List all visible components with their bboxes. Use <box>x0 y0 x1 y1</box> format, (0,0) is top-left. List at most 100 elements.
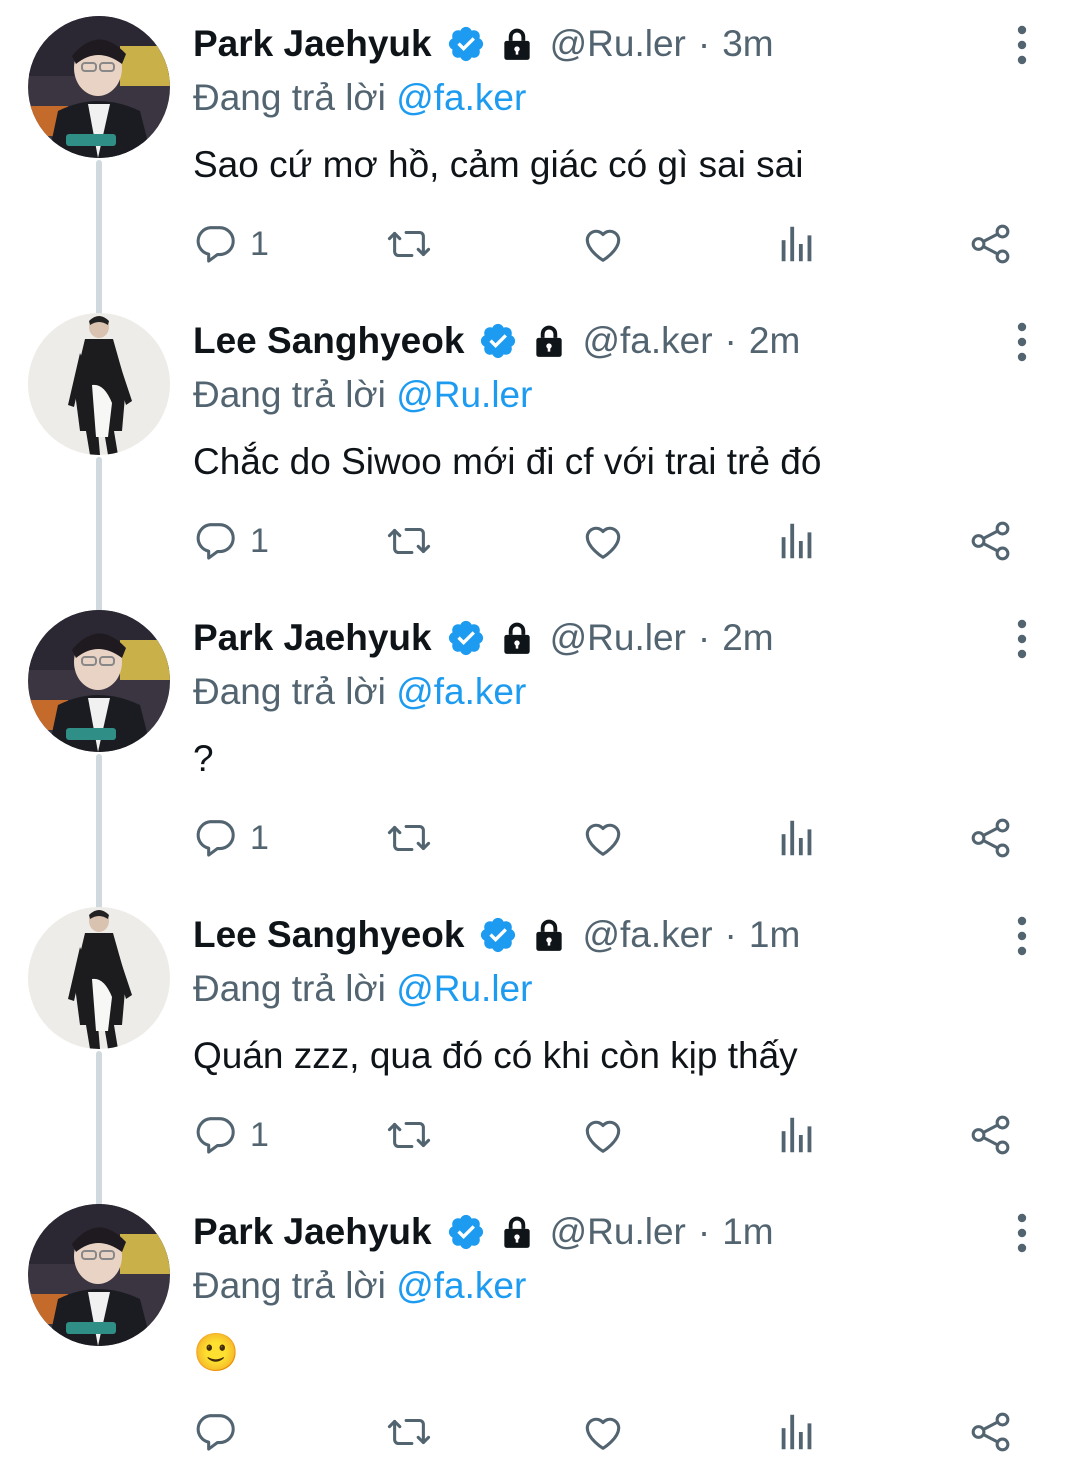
like-button[interactable] <box>580 1390 626 1468</box>
retweet-icon <box>387 230 431 258</box>
tweet-text: 🙂 <box>193 1332 240 1373</box>
verified-badge-icon <box>448 1214 483 1250</box>
avatar[interactable] <box>28 1204 170 1346</box>
separator-dot: · <box>697 1211 711 1252</box>
lock-icon <box>503 1216 530 1248</box>
reply-icon <box>196 820 235 857</box>
reply-mention-link[interactable]: @fa.ker <box>396 77 526 118</box>
retweet-button[interactable] <box>386 202 432 286</box>
replying-to: Đang trả lời @fa.ker <box>193 1262 526 1310</box>
reply-icon <box>196 226 235 263</box>
views-button[interactable] <box>774 1390 820 1468</box>
user-handle[interactable]: @Ru.ler <box>550 614 686 662</box>
tweet-header: Park Jaehyuk @Ru.ler · 2m <box>193 614 774 662</box>
more-options-button[interactable] <box>1002 22 1042 68</box>
share-icon <box>971 1412 1010 1452</box>
avatar-image <box>28 313 170 455</box>
replying-to-label: Đang trả lời <box>193 374 386 415</box>
heart-icon <box>585 526 621 559</box>
share-button[interactable] <box>968 1390 1014 1468</box>
retweet-button[interactable] <box>386 796 432 880</box>
reply-mention-link[interactable]: @fa.ker <box>396 671 526 712</box>
avatar-image <box>28 610 170 752</box>
reply-thread: Park Jaehyuk @Ru.ler · 3m Đang trả lời @… <box>0 0 1080 1468</box>
tweet[interactable]: Park Jaehyuk @Ru.ler · 2m Đang trả lời @… <box>0 594 1080 891</box>
share-button[interactable] <box>968 202 1014 286</box>
retweet-button[interactable] <box>386 1390 432 1468</box>
views-button[interactable] <box>774 1093 820 1177</box>
like-button[interactable] <box>580 1093 626 1177</box>
replying-to: Đang trả lời @fa.ker <box>193 74 526 122</box>
user-handle[interactable]: @Ru.ler <box>550 20 686 68</box>
user-handle[interactable]: @fa.ker <box>582 317 712 365</box>
like-button[interactable] <box>580 796 626 880</box>
more-vertical-icon <box>1017 619 1027 659</box>
separator-dot: · <box>697 617 711 658</box>
replying-to-label: Đang trả lời <box>193 671 386 712</box>
views-button[interactable] <box>774 796 820 880</box>
tweet[interactable]: Park Jaehyuk @Ru.ler · 3m Đang trả lời @… <box>0 0 1080 297</box>
more-options-button[interactable] <box>1002 913 1042 959</box>
more-options-button[interactable] <box>1002 616 1042 662</box>
views-button[interactable] <box>774 202 820 286</box>
tweet-header: Lee Sanghyeok @fa.ker · 2m <box>193 317 800 365</box>
display-name[interactable]: Lee Sanghyeok <box>193 911 464 959</box>
avatar[interactable] <box>28 16 170 158</box>
user-handle[interactable]: @Ru.ler <box>550 1208 686 1256</box>
tweet[interactable]: Lee Sanghyeok @fa.ker · 2m Đang trả lời … <box>0 297 1080 594</box>
like-button[interactable] <box>580 499 626 583</box>
separator-dot: · <box>697 23 711 64</box>
tweet-text: Chắc do Siwoo mới đi cf với trai trẻ đó <box>193 441 822 482</box>
timestamp[interactable]: 2m <box>749 317 800 365</box>
display-name[interactable]: Park Jaehyuk <box>193 614 432 662</box>
retweet-button[interactable] <box>386 1093 432 1177</box>
heart-icon <box>585 1417 621 1450</box>
reply-icon <box>196 523 235 560</box>
like-button[interactable] <box>580 202 626 286</box>
bar-chart-icon <box>781 523 812 559</box>
views-button[interactable] <box>774 499 820 583</box>
avatar[interactable] <box>28 313 170 455</box>
user-handle[interactable]: @fa.ker <box>582 911 712 959</box>
display-name[interactable]: Lee Sanghyeok <box>193 317 464 365</box>
reply-mention-link[interactable]: @Ru.ler <box>396 968 532 1009</box>
tweet[interactable]: Lee Sanghyeok @fa.ker · 1m Đang trả lời … <box>0 891 1080 1188</box>
avatar[interactable] <box>28 907 170 1049</box>
retweet-icon <box>387 824 431 852</box>
timestamp[interactable]: 3m <box>722 20 773 68</box>
bar-chart-icon <box>781 1414 812 1450</box>
reply-button[interactable]: 1 <box>192 796 269 880</box>
more-vertical-icon <box>1017 25 1027 65</box>
share-button[interactable] <box>968 796 1014 880</box>
verified-badge-icon <box>448 620 483 656</box>
share-button[interactable] <box>968 499 1014 583</box>
tweet-header: Lee Sanghyeok @fa.ker · 1m <box>193 911 800 959</box>
lock-icon <box>503 622 530 654</box>
reply-button[interactable]: 1 <box>192 202 269 286</box>
display-name[interactable]: Park Jaehyuk <box>193 1208 432 1256</box>
share-icon <box>971 818 1010 858</box>
verified-badge-icon <box>448 26 483 62</box>
reply-button[interactable]: 1 <box>192 1093 269 1177</box>
avatar[interactable] <box>28 610 170 752</box>
more-options-button[interactable] <box>1002 319 1042 365</box>
retweet-icon <box>387 1418 431 1446</box>
display-name[interactable]: Park Jaehyuk <box>193 20 432 68</box>
timestamp[interactable]: 2m <box>722 614 773 662</box>
reply-mention-link[interactable]: @Ru.ler <box>396 374 532 415</box>
reply-mention-link[interactable]: @fa.ker <box>396 1265 526 1306</box>
reply-button[interactable]: 1 <box>192 499 269 583</box>
tweet[interactable]: Park Jaehyuk @Ru.ler · 1m Đang trả lời @… <box>0 1188 1080 1468</box>
retweet-button[interactable] <box>386 499 432 583</box>
tweet-header: Park Jaehyuk @Ru.ler · 3m <box>193 20 774 68</box>
reply-button[interactable] <box>192 1390 250 1468</box>
share-button[interactable] <box>968 1093 1014 1177</box>
tweet-actions <box>0 1390 1080 1468</box>
avatar-image <box>28 1204 170 1346</box>
lock-icon <box>536 325 563 357</box>
tweet-actions: 1 <box>0 1093 1080 1177</box>
retweet-icon <box>387 1121 431 1149</box>
more-options-button[interactable] <box>1002 1210 1042 1256</box>
timestamp[interactable]: 1m <box>722 1208 773 1256</box>
timestamp[interactable]: 1m <box>749 911 800 959</box>
